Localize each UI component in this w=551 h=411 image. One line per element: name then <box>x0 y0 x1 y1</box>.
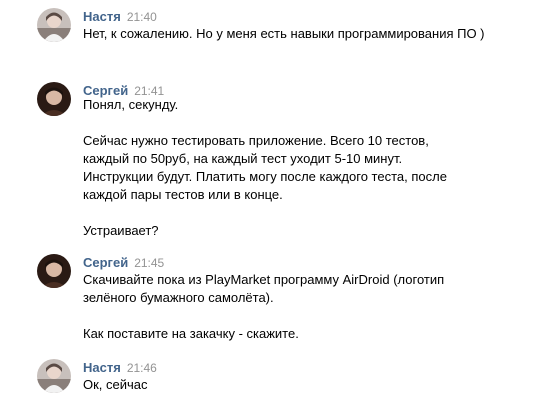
author-name[interactable]: Настя <box>83 9 121 24</box>
avatar[interactable] <box>37 82 71 116</box>
message-paragraph: Как поставите на закачку - скажите. <box>83 326 299 341</box>
message-header: Сергей 21:45 <box>83 254 164 270</box>
avatar[interactable] <box>37 359 71 393</box>
message-paragraph: Нет, к сожалению. Но у меня есть навыки … <box>83 26 485 41</box>
message-text: Ок, сейчас <box>83 376 503 394</box>
author-name[interactable]: Сергей <box>83 255 128 270</box>
avatar[interactable] <box>37 254 71 288</box>
avatar[interactable] <box>37 8 71 42</box>
message-paragraph: Сейчас нужно тестировать приложение. Все… <box>83 133 447 202</box>
message-paragraph: Устраивает? <box>83 223 159 238</box>
message-paragraph: Понял, секунду. <box>83 97 179 112</box>
message-time[interactable]: 21:46 <box>127 361 157 375</box>
message-paragraph: Ок, сейчас <box>83 377 148 392</box>
message-text: Скачивайте пока из PlayMarket программу … <box>83 271 483 343</box>
message-header: Настя 21:46 <box>83 359 157 375</box>
chat-history: Настя 21:40 Нет, к сожалению. Но у меня е… <box>0 0 551 411</box>
message-text: Нет, к сожалению. Но у меня есть навыки … <box>83 25 503 43</box>
message-header: Настя 21:40 <box>83 8 157 24</box>
message-time[interactable]: 21:40 <box>127 10 157 24</box>
author-name[interactable]: Настя <box>83 360 121 375</box>
message-paragraph: Скачивайте пока из PlayMarket программу … <box>83 272 445 305</box>
message-text: Понял, секунду. Сейчас нужно тестировать… <box>83 96 463 240</box>
message-time[interactable]: 21:45 <box>134 256 164 270</box>
